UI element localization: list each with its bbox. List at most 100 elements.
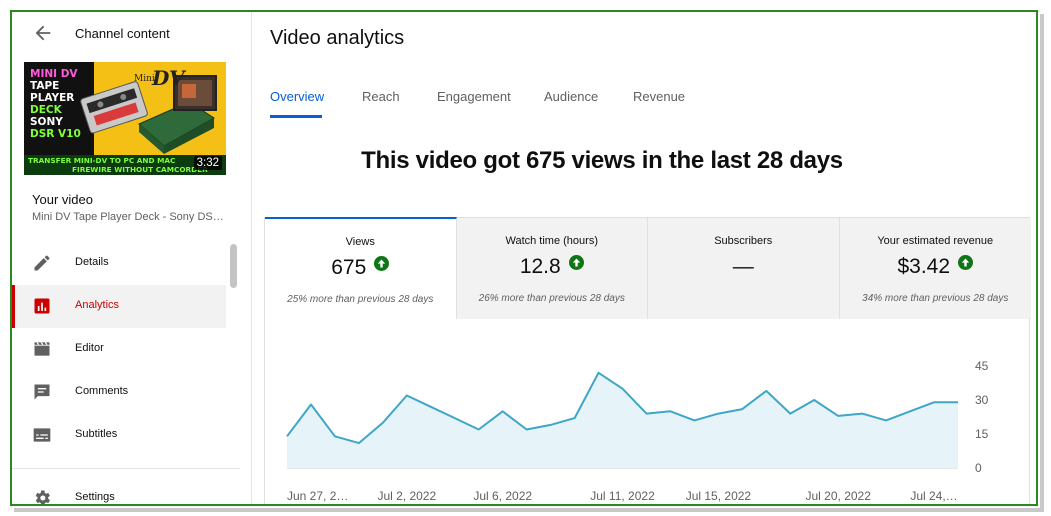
metric-value: 675	[331, 256, 367, 279]
data-point[interactable]	[859, 411, 865, 417]
views-chart[interactable]: 45 30 15 0 Jun 27, 2… Jul 2, 2022 Jul 6, 2022 J…	[264, 318, 1030, 504]
metric-card-revenue[interactable]: Your estimated revenue $3.42 34% more th…	[839, 218, 1032, 319]
data-point[interactable]	[284, 433, 290, 439]
y-tick-label: 30	[975, 393, 989, 407]
data-point[interactable]	[428, 404, 434, 410]
data-point[interactable]	[452, 415, 458, 421]
sidebar-item-label: Details	[75, 256, 109, 268]
thumbnail-line: SONY	[30, 116, 63, 128]
metric-card-views[interactable]: Views 675 25% more than previous 28 days	[265, 217, 457, 319]
y-tick-label: 15	[975, 427, 989, 441]
metric-comparison: 26% more than previous 28 days	[478, 293, 625, 304]
tab-overview[interactable]: Overview	[270, 89, 324, 104]
x-tick-label: Jul 6, 2022	[473, 489, 532, 503]
your-video-label: Your video	[32, 192, 93, 207]
tab-revenue[interactable]: Revenue	[633, 89, 685, 104]
tab-engagement[interactable]: Engagement	[437, 89, 511, 104]
x-tick-label: Jul 15, 2022	[686, 489, 752, 503]
data-point[interactable]	[691, 417, 697, 423]
thumbnail-line: PLAYER	[30, 92, 75, 104]
data-point[interactable]	[404, 393, 410, 399]
metric-label: Views	[345, 236, 375, 248]
data-point[interactable]	[356, 440, 362, 446]
sidebar-item-label: Editor	[75, 342, 104, 354]
subtitles-icon	[33, 428, 51, 442]
metric-value-row: 675	[265, 256, 456, 280]
video-title[interactable]: Mini DV Tape Player Deck - Sony DS…	[32, 211, 232, 223]
video-duration-badge: 3:32	[193, 156, 222, 170]
data-point[interactable]	[308, 402, 314, 408]
x-tick-label: Jul 20, 2022	[806, 489, 872, 503]
metric-value-row: $3.42	[840, 255, 1032, 279]
metric-value: 12.8	[519, 255, 561, 278]
metric-value: —	[732, 255, 754, 278]
data-point[interactable]	[596, 370, 602, 376]
data-point[interactable]	[931, 399, 937, 405]
video-thumbnail[interactable]: Mini DV MINI DV TAPE PLAYER DECK SONY DS…	[24, 62, 226, 175]
sidebar-item-analytics[interactable]: Analytics	[12, 285, 226, 328]
metric-card-subscribers[interactable]: Subscribers —	[648, 218, 840, 319]
thumbnail-title-text: MINI DV TAPE PLAYER DECK SONY DSR V10	[30, 68, 81, 140]
pencil-icon	[34, 255, 50, 271]
data-point[interactable]	[620, 386, 626, 392]
thumbnail-line: TAPE	[30, 80, 60, 92]
data-point[interactable]	[500, 408, 506, 414]
metric-comparison: 34% more than previous 28 days	[862, 293, 1009, 304]
sidebar-item-settings[interactable]: Settings	[12, 482, 226, 504]
data-point[interactable]	[572, 415, 578, 421]
trend-up-icon	[374, 256, 390, 271]
sidebar: Channel content Mini DV MINI DV TAPE PLA…	[12, 12, 252, 504]
metric-label: Subscribers	[714, 235, 773, 247]
window-shadow-bottom	[14, 508, 1044, 512]
sidebar-item-label: Analytics	[75, 299, 120, 311]
page-title: Video analytics	[270, 27, 405, 49]
back-arrow-icon[interactable]	[32, 22, 54, 44]
sidebar-item-details[interactable]: Details	[12, 242, 226, 285]
data-point[interactable]	[907, 408, 913, 414]
data-point[interactable]	[763, 388, 769, 394]
data-point[interactable]	[715, 411, 721, 417]
thumbnail-line: DSR V10	[30, 128, 81, 140]
data-point[interactable]	[883, 417, 889, 423]
tab-reach[interactable]: Reach	[362, 89, 400, 104]
data-point[interactable]	[380, 420, 386, 426]
tab-audience[interactable]: Audience	[544, 89, 598, 104]
sidebar-item-label: Settings	[75, 491, 115, 503]
x-tick-label: Jul 11, 2022	[590, 489, 655, 503]
clapperboard-icon	[34, 341, 50, 356]
sidebar-item-comments[interactable]: Comments	[12, 371, 226, 414]
sidebar-item-editor[interactable]: Editor	[12, 328, 226, 371]
sidebar-item-label: Comments	[75, 385, 129, 397]
data-point[interactable]	[548, 422, 554, 428]
metric-label: Your estimated revenue	[877, 235, 994, 247]
views-chart-svg: 45 30 15 0 Jun 27, 2… Jul 2, 2022 Jul 6, 2022 J…	[284, 359, 989, 503]
data-point[interactable]	[667, 408, 673, 414]
thumbnail-line: DECK	[30, 104, 62, 116]
data-point[interactable]	[811, 397, 817, 403]
data-point[interactable]	[835, 413, 841, 419]
data-point[interactable]	[739, 406, 745, 412]
tab-active-indicator	[270, 115, 322, 118]
data-point[interactable]	[955, 399, 961, 405]
data-point[interactable]	[476, 427, 482, 433]
x-tick-label: Jun 27, 2…	[287, 489, 348, 503]
data-point[interactable]	[787, 411, 793, 417]
sidebar-item-subtitles[interactable]: Subtitles	[12, 414, 226, 457]
sidebar-divider	[12, 468, 240, 469]
trend-up-icon	[958, 255, 974, 270]
trend-up-icon	[568, 255, 584, 270]
data-point[interactable]	[644, 411, 650, 417]
thumbnail-band-line: FIREWIRE WITHOUT CAMCORDER	[72, 164, 208, 174]
data-point[interactable]	[332, 433, 338, 439]
metric-value-row: —	[648, 255, 839, 279]
metric-card-watch-time[interactable]: Watch time (hours) 12.8 26% more than pr…	[456, 218, 648, 319]
metric-cards: Views 675 25% more than previous 28 days…	[264, 217, 1032, 319]
comments-icon	[34, 384, 50, 400]
metric-value: $3.42	[897, 255, 951, 278]
metric-value-row: 12.8	[457, 255, 648, 279]
summary-headline: This video got 675 views in the last 28 …	[361, 147, 843, 174]
sidebar-scrollbar[interactable]	[230, 244, 237, 288]
data-point[interactable]	[524, 427, 530, 433]
thumbnail-line: MINI DV	[30, 68, 78, 80]
window-shadow-right	[1040, 14, 1044, 510]
